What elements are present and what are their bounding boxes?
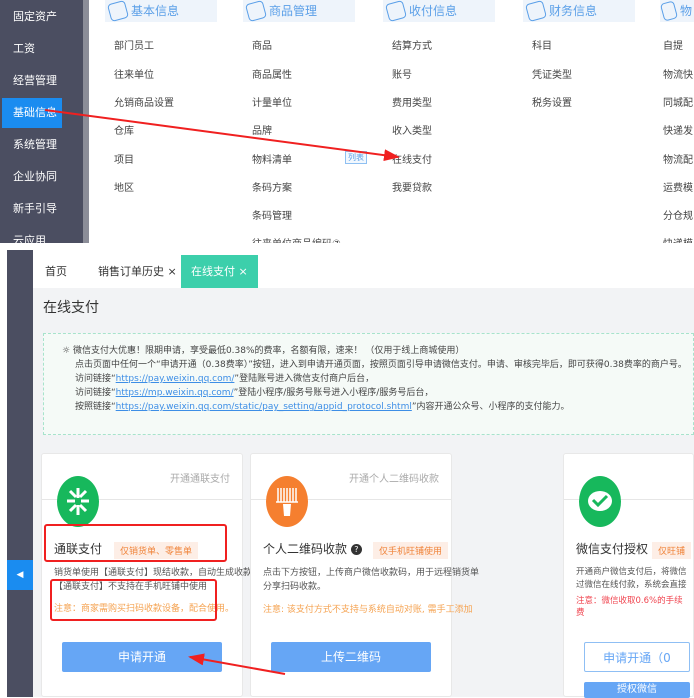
allinpay-icon (57, 476, 99, 527)
page-title: 在线支付 (43, 300, 99, 316)
card-tag: 仅手机旺铺使用 (373, 542, 449, 559)
sidebar-item-collab[interactable]: 企业协同 (2, 162, 62, 192)
menu-item[interactable]: 税务设置 (532, 94, 572, 109)
notice-line: 点击页面中任何一个“申请开通（0.38费率）”按钮，进入到申请开通页面，按照页面… (75, 360, 687, 370)
lightbulb-icon: ☼ (62, 346, 73, 356)
menu-item[interactable]: 凭证类型 (532, 66, 572, 81)
tab-label: 销售订单历史 (98, 265, 164, 278)
protocol-link[interactable]: https://pay.weixin.qq.com/static/pay_set… (116, 402, 412, 412)
card-tag: 仅销货单、零售单 (114, 542, 199, 559)
menu-item[interactable]: 商品 (252, 37, 272, 52)
menu-item[interactable]: 物料清单 (252, 151, 292, 166)
upload-qr-button[interactable]: 上传二维码 (271, 642, 431, 672)
close-icon[interactable]: × (168, 265, 177, 278)
tab-bar: 首页 销售订单历史 × 在线支付 × (33, 255, 694, 288)
menu-item[interactable]: 结算方式 (392, 37, 432, 52)
card-note: 注意: 该支付方式不支持与系统自动对账, 需手工添加 (263, 605, 473, 615)
card-tag: 仅旺铺 (652, 542, 692, 559)
list-badge[interactable]: 列表 (345, 151, 367, 164)
menu-category-header: 基本信息 (105, 0, 217, 23)
menu-item[interactable]: 在线支付 (392, 151, 432, 166)
sidebar-item-basic-info[interactable]: 基础信息 (2, 98, 62, 128)
menu-item[interactable]: 快递发 (663, 122, 693, 137)
menu-item[interactable]: 往来单位 (114, 66, 154, 81)
menu-item[interactable]: 同城配 (663, 94, 693, 109)
tab-home[interactable]: 首页 (45, 255, 67, 288)
card-title: 个人二维码收款 ? (263, 540, 362, 557)
menu-item[interactable]: 条码方案 (252, 179, 292, 194)
collapsed-sidebar (7, 250, 33, 697)
menu-item[interactable]: 计量单位 (252, 94, 292, 109)
merchant-link[interactable]: https://pay.weixin.qq.com/ (116, 374, 235, 384)
menu-item[interactable]: 仓库 (114, 122, 134, 137)
menu-item[interactable]: 物流快 (663, 66, 693, 81)
tab-label: 在线支付 (191, 265, 235, 278)
menu-item[interactable]: 允销商品设置 (114, 94, 174, 109)
barcode-scanner-icon (266, 476, 308, 527)
menu-category-header: 物 (659, 0, 694, 22)
menu-item[interactable]: 我要贷款 (392, 179, 432, 194)
personal-qr-card: 开通个人二维码收款 个人二维码收款 ? 仅手机旺铺使用 点击下方按钮，上传商户微… (250, 453, 480, 697)
notice-line: ☼ 微信支付大优惠！限期申请，享受最低0.38%的费率，名额有限，速来！ （仅用… (62, 346, 465, 356)
menu-item[interactable]: 商品属性 (252, 66, 292, 81)
menu-item[interactable]: 运费模 (663, 179, 693, 194)
promo-notice: ☼ 微信支付大优惠！限期申请，享受最低0.38%的费率，名额有限，速来！ （仅用… (43, 333, 694, 435)
tab-label: 首页 (45, 265, 67, 278)
category-icon (106, 0, 130, 23)
menu-item[interactable]: 科目 (532, 37, 552, 52)
card-desc: 开通商户微信支付后，将微信 过微信在线付款，系统会直接 (576, 567, 687, 590)
sidebar-item-fixed-assets[interactable]: 固定资产 (2, 2, 62, 32)
card-desc: 销货单使用【通联支付】现结收款，自动生成收款单 【通联支付】不支持在手机旺铺中使用 (54, 568, 262, 592)
card-title: 微信支付授权 (576, 542, 649, 556)
notice-line: 访问链接“https://mp.weixin.qq.com/”登陆小程序/服务号… (75, 388, 434, 398)
menu-item[interactable]: 自提 (663, 37, 683, 52)
tab-sales-order-history[interactable]: 销售订单历史 × (98, 255, 177, 288)
menu-item[interactable]: 品牌 (252, 122, 272, 137)
mp-link[interactable]: https://mp.weixin.qq.com/ (116, 388, 234, 398)
sidebar-item-operations[interactable]: 经营管理 (2, 66, 62, 96)
allinpay-card: 开通通联支付 通联支付 仅销货单、零售单 销货单使用【通联支付】现结收款，自动生… (41, 453, 262, 697)
notice-line: 按照链接“https://pay.weixin.qq.com/static/pa… (75, 402, 570, 412)
card-desc: 点击下方按钮，上传商户微信收款码，用于远程销货单 分享扫码收款。 (263, 568, 480, 592)
tab-online-payment[interactable]: 在线支付 × (181, 255, 258, 288)
category-icon (524, 0, 548, 23)
menu-category-header: 商品管理 (243, 0, 355, 23)
menu-item[interactable]: 条码管理 (252, 207, 292, 222)
category-icon (659, 0, 679, 22)
card-header: 开通个人二维码收款 (349, 474, 439, 485)
card-note: 注意：微信收取0.6%的手续费 (576, 596, 683, 618)
card-note: 注意：商家需购买扫码收款设备，配合使用。 (54, 604, 235, 614)
sidebar-divider (83, 0, 89, 243)
category-icon (384, 0, 408, 23)
card-header: 开通通联支付 (170, 474, 230, 485)
menu-item[interactable]: 部门员工 (114, 37, 154, 52)
menu-item[interactable]: 地区 (114, 179, 134, 194)
category-icon (244, 0, 268, 23)
help-icon[interactable]: ? (350, 544, 362, 555)
menu-item[interactable]: 账号 (392, 66, 412, 81)
menu-item[interactable]: 分仓规 (663, 207, 693, 222)
arrow-annotation (44, 109, 400, 162)
sidebar-item-system[interactable]: 系统管理 (2, 130, 62, 160)
card-title: 通联支付 (54, 542, 103, 556)
sidebar-item-guide[interactable]: 新手引导 (2, 194, 62, 224)
menu-item[interactable]: 物流配 (663, 151, 693, 166)
close-icon[interactable]: × (239, 265, 248, 278)
wechat-pay-icon (579, 476, 621, 527)
notice-line: 访问链接“https://pay.weixin.qq.com/”登陆账号进入微信… (75, 374, 375, 384)
apply-allinpay-button[interactable]: 申请开通 (62, 642, 222, 672)
menu-item[interactable]: 项目 (114, 151, 134, 166)
wechat-pay-card: 微信支付授权 仅旺铺 开通商户微信支付后，将微信 过微信在线付款，系统会直接 注意… (563, 453, 694, 698)
sidebar-item-payroll[interactable]: 工资 (2, 34, 62, 64)
authorize-wechat-button[interactable]: 授权微信 (584, 682, 690, 698)
menu-category-header: 收付信息 (383, 0, 495, 23)
menu-item[interactable]: 费用类型 (392, 94, 432, 109)
menu-item[interactable]: 收入类型 (392, 122, 432, 137)
apply-wechat-button[interactable]: 申请开通（0 (584, 642, 690, 672)
sidebar: 固定资产 工资 经营管理 基础信息 系统管理 企业协同 新手引导 云应用 (0, 0, 83, 247)
sidebar-toggle-icon[interactable]: ◀ (7, 560, 33, 590)
menu-category-header: 财务信息 (523, 0, 635, 23)
